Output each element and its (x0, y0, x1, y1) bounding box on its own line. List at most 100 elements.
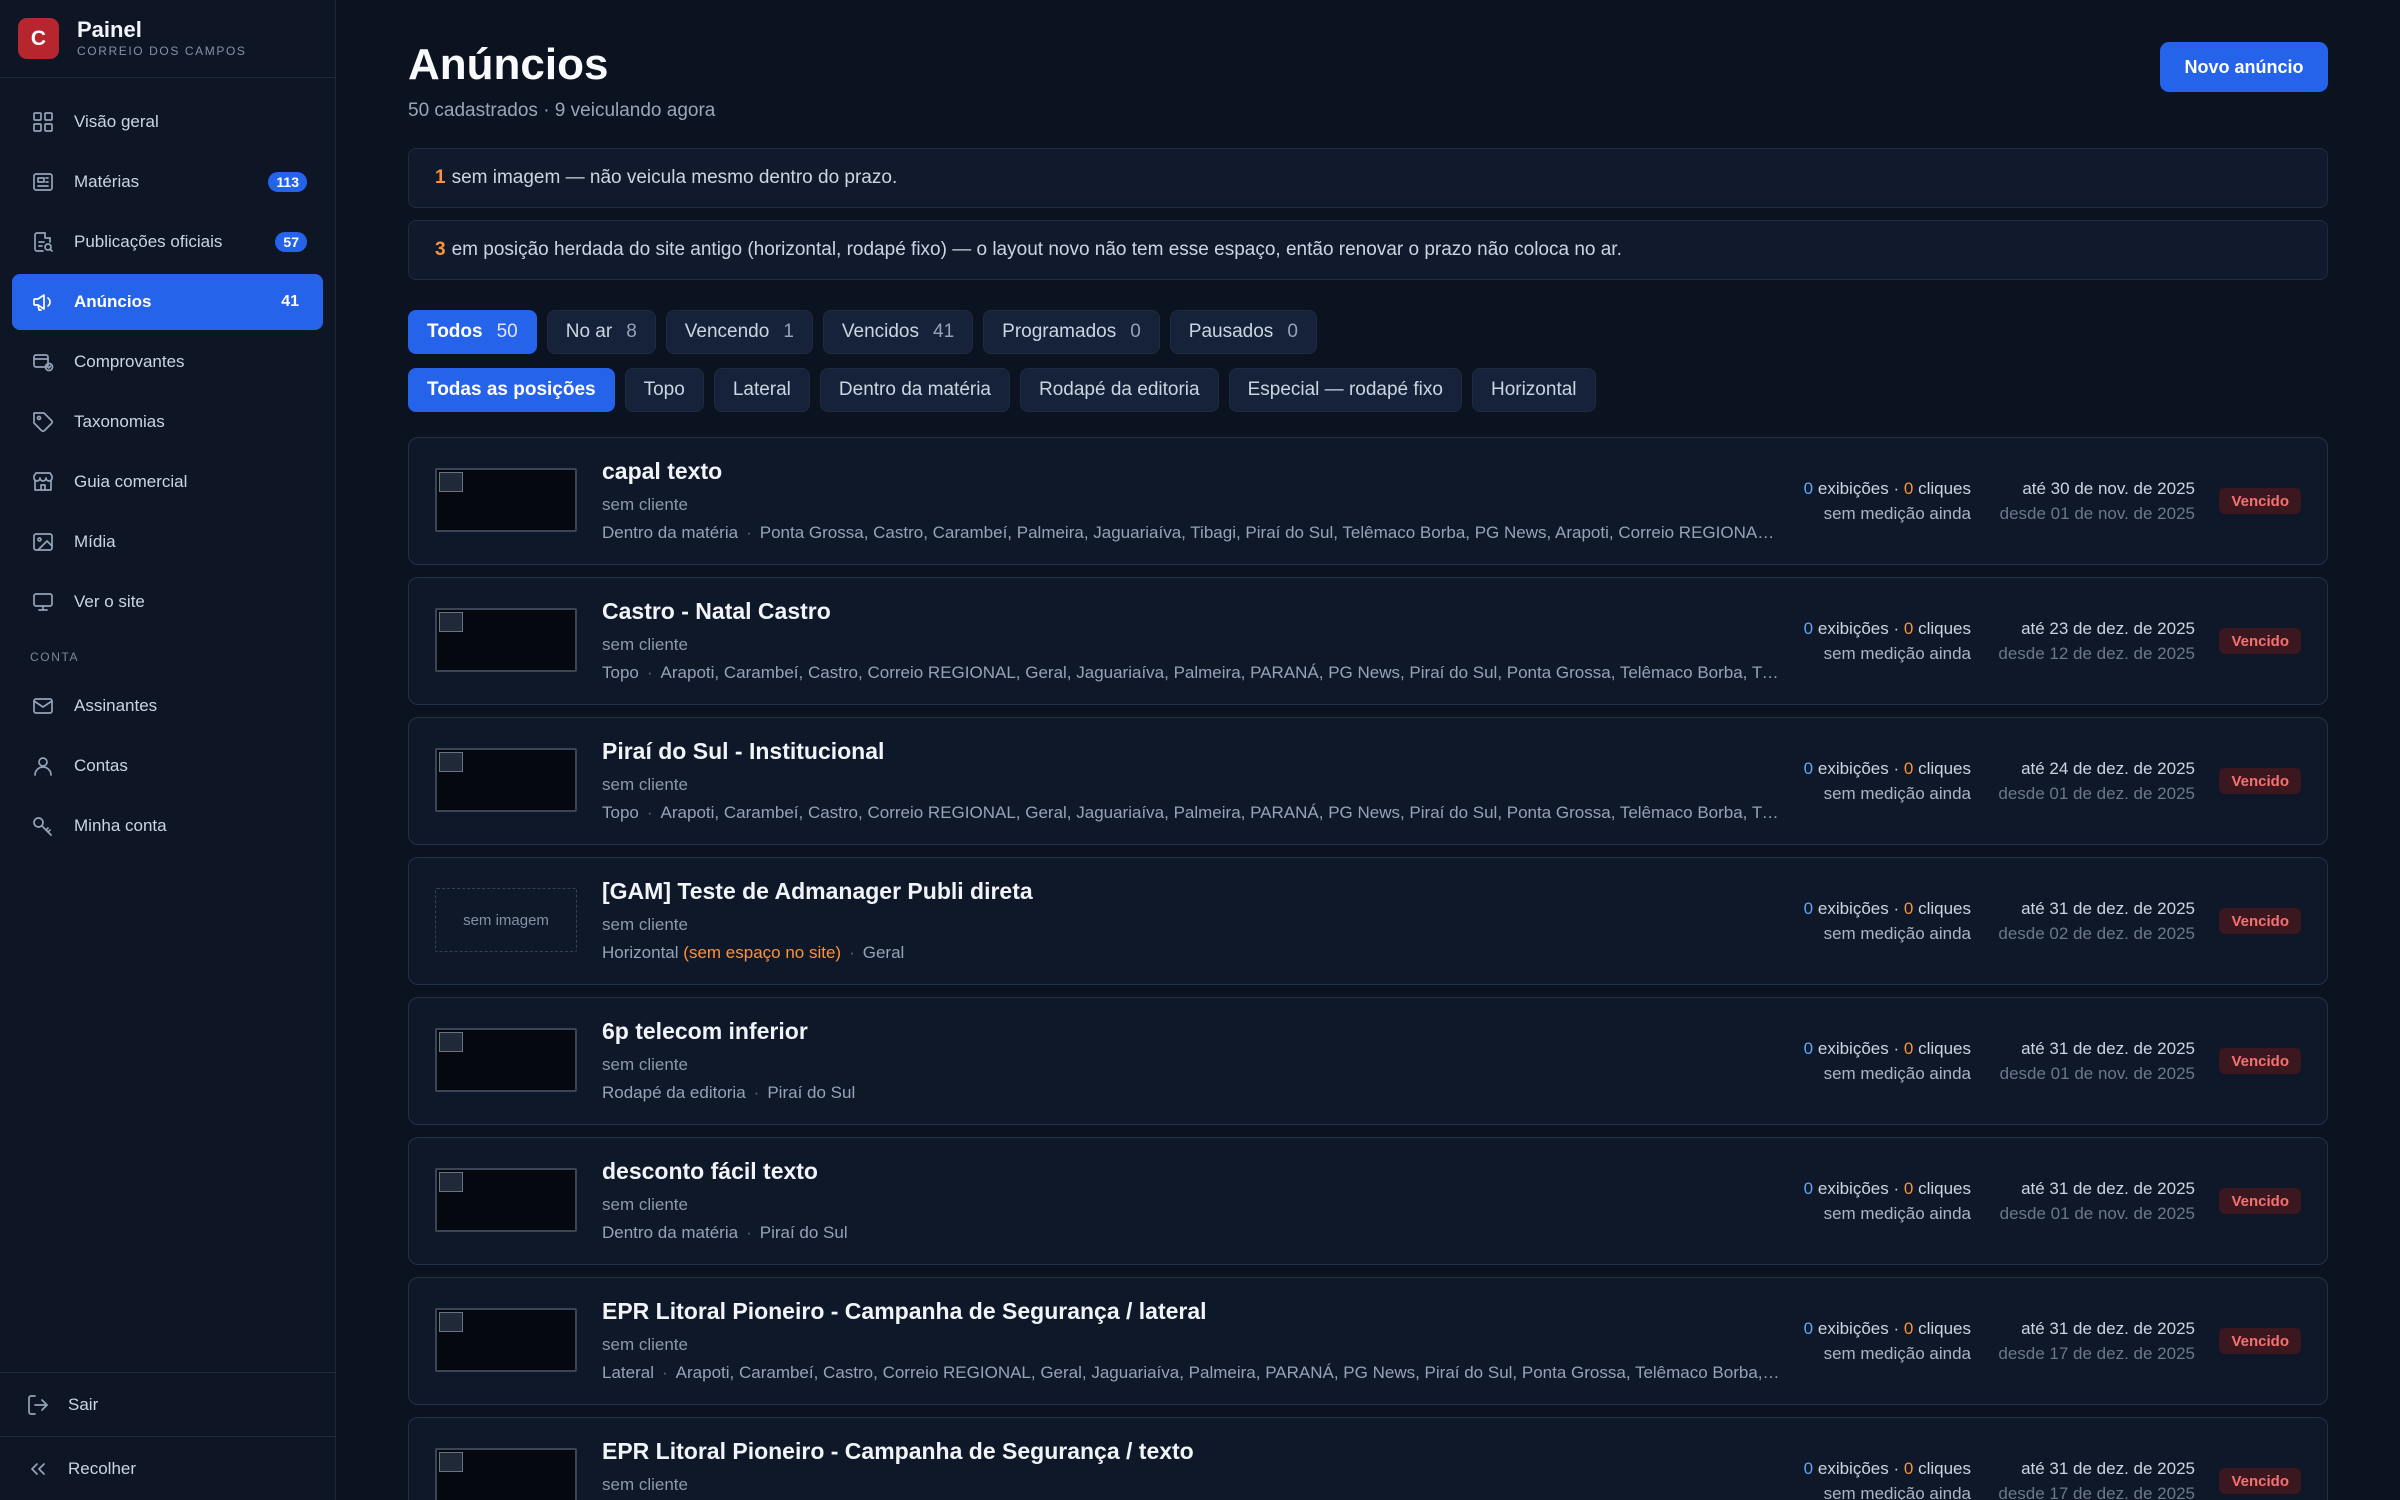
filter-label: Rodapé da editoria (1039, 379, 1200, 400)
filter-position-rodape-da-editoria[interactable]: Rodapé da editoria (1020, 368, 1219, 412)
ad-list: capal texto sem cliente Dentro da matéria ·… (408, 437, 2328, 1500)
new-ad-button[interactable]: Novo anúncio (2160, 42, 2328, 92)
monitor-icon (30, 589, 56, 615)
filter-label: Dentro da matéria (838, 379, 991, 400)
ad-title[interactable]: [GAM] Teste de Admanager Publi direta (602, 878, 1033, 905)
tag-icon (30, 409, 56, 435)
separator-dot: · (646, 803, 653, 822)
separator-dot: · (1893, 1319, 1900, 1338)
ad-title[interactable]: Piraí do Sul - Institucional (602, 738, 884, 765)
sidebar-item-midia[interactable]: Mídia (12, 514, 323, 570)
ad-end-date: até 31 de dez. de 2025 (2021, 1319, 2195, 1338)
document-icon (30, 229, 56, 255)
ad-row[interactable]: Piraí do Sul - Institucional sem cliente T… (408, 717, 2328, 845)
sidebar-item-taxonomias[interactable]: Taxonomias (12, 394, 323, 450)
ad-client: sem cliente (602, 1055, 688, 1074)
no-measurement-label: sem medição ainda (1823, 504, 1971, 523)
filter-status-pausados[interactable]: Pausados 0 (1169, 310, 1317, 354)
sidebar-item-materias[interactable]: Matérias 113 (12, 154, 323, 210)
ad-start-date: desde 01 de nov. de 2025 (1999, 1064, 2195, 1083)
ad-locations: Ponta Grossa, Castro, Carambeí, Palmeira… (759, 523, 1782, 542)
views-label: exibições (1817, 899, 1889, 918)
filter-count: 50 (496, 321, 518, 342)
views-count: 0 (1803, 899, 1814, 918)
ad-row[interactable]: Castro - Natal Castro sem cliente Topo · Ara… (408, 577, 2328, 705)
ad-locations: Geral (862, 943, 905, 962)
no-measurement-label: sem medição ainda (1823, 1344, 1971, 1363)
filter-position-lateral[interactable]: Lateral (713, 368, 810, 412)
ad-title[interactable]: EPR Litoral Pioneiro - Campanha de Segur… (602, 1438, 1194, 1465)
ad-row[interactable]: EPR Litoral Pioneiro - Campanha de Segur… (408, 1277, 2328, 1405)
ad-position: Dentro da matéria (602, 1223, 739, 1242)
logout-icon (28, 1394, 48, 1415)
brand[interactable]: C Painel CORREIO DOS CAMPOS (0, 0, 335, 78)
sidebar-item-assinantes[interactable]: Assinantes (12, 678, 323, 734)
filter-status-no-ar[interactable]: No ar 8 (546, 310, 656, 354)
sidebar-item-label: Publicações oficiais (74, 232, 223, 251)
ad-row[interactable]: capal texto sem cliente Dentro da matéria ·… (408, 437, 2328, 565)
ad-dates: até 31 de dez. de 2025 desde 01 de nov. d… (2000, 1176, 2195, 1226)
filter-label: Todas as posições (427, 379, 596, 400)
count-badge: 113 (268, 172, 307, 192)
ad-title[interactable]: Castro - Natal Castro (602, 598, 831, 625)
ad-thumbnail (435, 1308, 577, 1372)
ad-stats: 0 exibições · 0 cliques sem medição ainda (1804, 616, 1971, 666)
views-count: 0 (1803, 619, 1814, 638)
ad-end-date: até 31 de dez. de 2025 (2021, 899, 2195, 918)
ad-row[interactable]: sem imagem [GAM] Teste de Admanager Publi… (408, 857, 2328, 985)
ad-stats-line: 0 exibições · 0 cliques (1804, 1316, 1971, 1341)
ad-stats-line: 0 exibições · 0 cliques (1804, 476, 1971, 501)
filter-status-vencendo[interactable]: Vencendo 1 (665, 310, 813, 354)
views-label: exibições (1817, 479, 1889, 498)
ad-end-date: até 23 de dez. de 2025 (2021, 619, 2195, 638)
ad-row[interactable]: desconto fácil texto sem cliente Dentro da… (408, 1137, 2328, 1265)
filter-count: 1 (783, 321, 794, 342)
sidebar-item-comprovantes[interactable]: Comprovantes (12, 334, 323, 390)
collapse-button[interactable]: Recolher (0, 1436, 336, 1500)
views-count: 0 (1803, 759, 1814, 778)
views-count: 0 (1803, 1319, 1814, 1338)
logout-button[interactable]: Sair (0, 1372, 336, 1436)
ad-row[interactable]: EPR Litoral Pioneiro - Campanha de Segur… (408, 1417, 2328, 1500)
filter-position-topo[interactable]: Topo (624, 368, 704, 412)
ad-dates: até 31 de dez. de 2025 desde 17 de dez. d… (1998, 1316, 2195, 1366)
mail-icon (30, 693, 56, 719)
sidebar-item-contas[interactable]: Contas (12, 738, 323, 794)
ad-title[interactable]: EPR Litoral Pioneiro - Campanha de Segur… (602, 1298, 1207, 1325)
filter-status-todos[interactable]: Todos 50 (408, 310, 537, 354)
separator-dot: · (1893, 1459, 1900, 1478)
sidebar-item-publicacoes-oficiais[interactable]: Publicações oficiais 57 (12, 214, 323, 270)
no-measurement-label: sem medição ainda (1823, 1484, 1971, 1500)
sidebar-item-minha-conta[interactable]: Minha conta (12, 798, 323, 854)
filter-position-dentro-da-materia[interactable]: Dentro da matéria (819, 368, 1010, 412)
status-filters: Todos 50 No ar 8 Vencendo 1 Vencidos 41 Programa… (408, 310, 1317, 354)
sidebar-item-ver-o-site[interactable]: Ver o site (12, 574, 323, 630)
sidebar-item-guia-comercial[interactable]: Guia comercial (12, 454, 323, 510)
filter-label: Horizontal (1490, 379, 1577, 400)
filter-position-especial-rodape-fixo[interactable]: Especial — rodapé fixo (1228, 368, 1462, 412)
views-label: exibições (1817, 1459, 1889, 1478)
ad-position: Lateral (602, 1363, 654, 1382)
separator-dot: · (646, 663, 653, 682)
ad-title[interactable]: desconto fácil texto (602, 1158, 818, 1185)
sidebar-item-anuncios[interactable]: Anúncios 41 (12, 274, 323, 330)
ad-end-date: até 30 de nov. de 2025 (2022, 479, 2195, 498)
sidebar-item-visao-geral[interactable]: Visão geral (12, 94, 323, 150)
ad-title[interactable]: 6p telecom inferior (602, 1018, 808, 1045)
sidebar: C Painel CORREIO DOS CAMPOS Visão geral M… (0, 0, 336, 1500)
filter-position-todas-as-posicoes[interactable]: Todas as posições (408, 368, 615, 412)
clicks-label: cliques (1918, 1179, 1971, 1198)
ad-row[interactable]: 6p telecom inferior sem cliente Rodapé da … (408, 997, 2328, 1125)
brand-subtitle: CORREIO DOS CAMPOS (77, 44, 247, 58)
separator-dot: · (1893, 899, 1900, 918)
filter-status-vencidos[interactable]: Vencidos 41 (822, 310, 974, 354)
ad-client: sem cliente (602, 635, 688, 654)
newspaper-icon (30, 169, 56, 195)
ad-dates: até 31 de dez. de 2025 desde 17 de dez. d… (1998, 1456, 2195, 1500)
filter-position-horizontal[interactable]: Horizontal (1471, 368, 1596, 412)
clicks-label: cliques (1918, 899, 1971, 918)
filter-status-programados[interactable]: Programados 0 (983, 310, 1160, 354)
filter-label: Vencidos (841, 321, 920, 342)
sidebar-item-label: Guia comercial (74, 472, 188, 491)
ad-title[interactable]: capal texto (602, 458, 722, 485)
